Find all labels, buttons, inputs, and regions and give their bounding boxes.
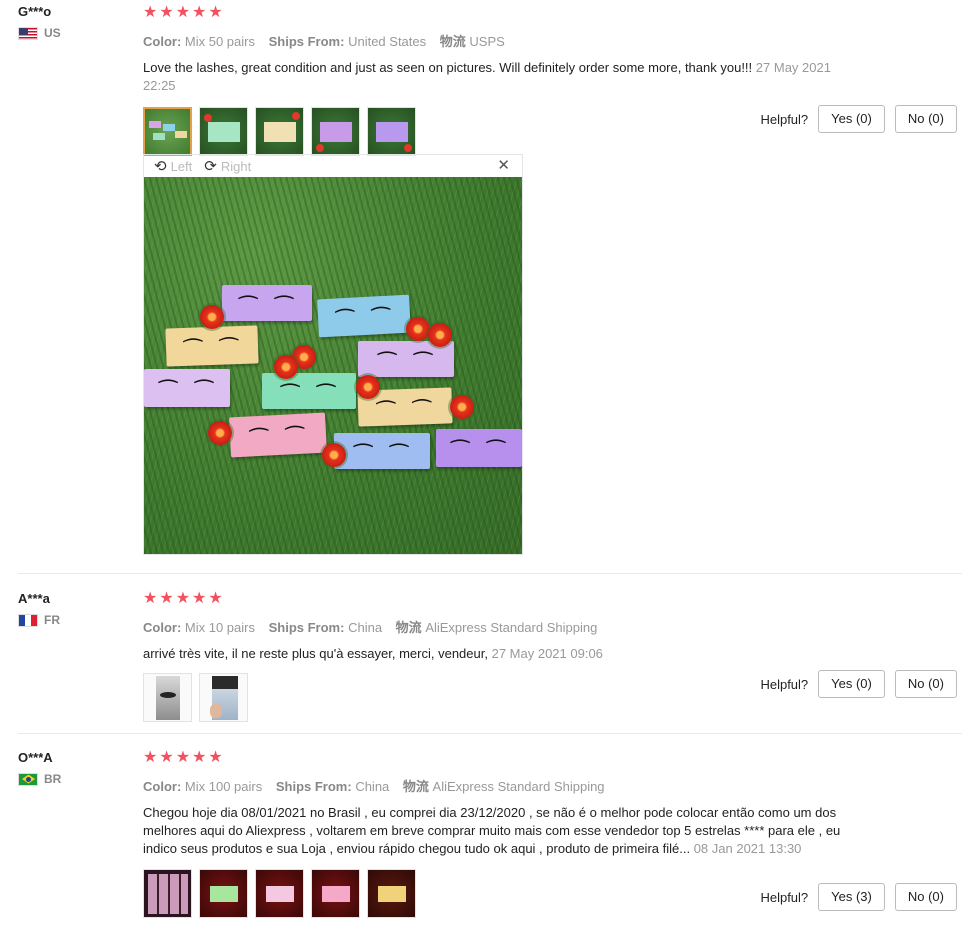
reviewer-country: FR <box>18 613 128 627</box>
color-value: Mix 50 pairs <box>184 34 255 49</box>
review-photo-thumbnail[interactable] <box>199 869 248 918</box>
star-icon: ★ <box>208 4 223 21</box>
ships-from-value: China <box>355 779 390 794</box>
color-value: Mix 100 pairs <box>184 779 263 794</box>
review-divider <box>18 573 962 574</box>
helpful-vote: Helpful? Yes (0) No (0) <box>760 105 957 133</box>
logistics-value: AliExpress Standard Shipping <box>432 779 605 794</box>
helpful-label: Helpful? <box>760 889 809 905</box>
helpful-yes-button[interactable]: Yes (3) <box>818 883 885 911</box>
reviewer-name: O***A <box>18 750 53 765</box>
review-photo-thumbnail[interactable] <box>367 107 416 156</box>
star-icon: ★ <box>159 590 174 607</box>
review-text: Chegou hoje dia 08/01/2021 no Brasil , e… <box>143 805 841 856</box>
review-photo-thumbnail[interactable] <box>367 869 416 918</box>
review-photo-thumbnail[interactable] <box>255 107 304 156</box>
reviewer-name: G***o <box>18 4 52 19</box>
fr-flag-icon <box>18 613 38 627</box>
reviewer-country: BR <box>18 772 128 786</box>
reviewer-info: O***A BR <box>18 750 128 786</box>
helpful-no-button[interactable]: No (0) <box>894 670 957 698</box>
star-icon: ★ <box>143 4 158 21</box>
logistics-value: AliExpress Standard Shipping <box>425 620 598 635</box>
review-photo-thumbnail[interactable] <box>199 107 248 156</box>
star-icon: ★ <box>159 4 174 21</box>
review-text: Love the lashes, great condition and jus… <box>143 60 831 93</box>
helpful-vote: Helpful? Yes (3) No (0) <box>760 883 957 911</box>
reviewer-info: A***a FR <box>18 591 128 627</box>
star-icon: ★ <box>175 4 191 21</box>
rating-stars: ★ ★ ★ ★ ★ <box>143 750 963 768</box>
rotate-left-button[interactable]: ⟲ Left <box>154 157 192 175</box>
review-photo-thumbnail[interactable] <box>199 673 248 722</box>
order-info: Color: Mix 10 pairs Ships From: China 物流… <box>143 620 598 635</box>
helpful-yes-button[interactable]: Yes (0) <box>818 670 885 698</box>
country-code: BR <box>44 772 62 786</box>
country-code: FR <box>44 613 60 627</box>
rotate-right-icon: ⟳ <box>204 158 217 175</box>
review-photo-thumbnail[interactable] <box>311 107 360 156</box>
review-date: 27 May 2021 09:06 <box>491 646 603 661</box>
review-photo-thumbnail[interactable] <box>255 869 304 918</box>
order-info: Color: Mix 50 pairs Ships From: United S… <box>143 34 505 49</box>
review-photo-large <box>144 177 522 554</box>
helpful-no-button[interactable]: No (0) <box>894 105 957 133</box>
star-icon: ★ <box>159 749 174 766</box>
helpful-label: Helpful? <box>760 111 809 127</box>
close-icon[interactable]: ✕ <box>497 156 510 174</box>
star-icon: ★ <box>143 749 158 766</box>
helpful-vote: Helpful? Yes (0) No (0) <box>760 670 957 698</box>
ships-from-value: China <box>348 620 383 635</box>
rotate-left-icon: ⟲ <box>154 158 167 175</box>
review-text: arrivé très vite, il ne reste plus qu'à … <box>143 646 603 661</box>
country-code: US <box>44 26 61 40</box>
order-info: Color: Mix 100 pairs Ships From: China 物… <box>143 779 605 794</box>
star-icon: ★ <box>192 4 207 21</box>
rating-stars: ★ ★ ★ ★ ★ <box>143 5 963 23</box>
star-icon: ★ <box>143 590 158 607</box>
photo-viewer-toolbar: ⟲ Left ⟳ Right ✕ <box>144 155 522 177</box>
rotate-right-button[interactable]: ⟳ Right <box>204 157 251 175</box>
review-photo-thumbnail[interactable] <box>311 869 360 918</box>
ships-from-value: United States <box>348 34 427 49</box>
helpful-no-button[interactable]: No (0) <box>894 883 957 911</box>
helpful-yes-button[interactable]: Yes (0) <box>818 105 885 133</box>
review-photo-thumbnail[interactable] <box>143 673 192 722</box>
star-icon: ★ <box>208 749 223 766</box>
reviewer-country: US <box>18 26 128 40</box>
rating-stars: ★ ★ ★ ★ ★ <box>143 591 963 609</box>
reviewer-name: A***a <box>18 591 50 606</box>
logistics-value: USPS <box>469 34 505 49</box>
star-icon: ★ <box>192 590 207 607</box>
reviewer-info: G***o US <box>18 4 128 40</box>
star-icon: ★ <box>175 749 191 766</box>
color-value: Mix 10 pairs <box>184 620 255 635</box>
star-icon: ★ <box>192 749 207 766</box>
star-icon: ★ <box>208 590 223 607</box>
star-icon: ★ <box>175 590 191 607</box>
br-flag-icon <box>18 772 38 786</box>
us-flag-icon <box>18 26 38 40</box>
review-divider <box>18 733 962 734</box>
review-date: 08 Jan 2021 13:30 <box>693 841 802 856</box>
review-photo-thumbnail[interactable] <box>143 869 192 918</box>
helpful-label: Helpful? <box>760 676 809 692</box>
review-photo-thumbnail[interactable] <box>143 107 192 156</box>
photo-viewer: ⟲ Left ⟳ Right ✕ <box>143 154 523 555</box>
